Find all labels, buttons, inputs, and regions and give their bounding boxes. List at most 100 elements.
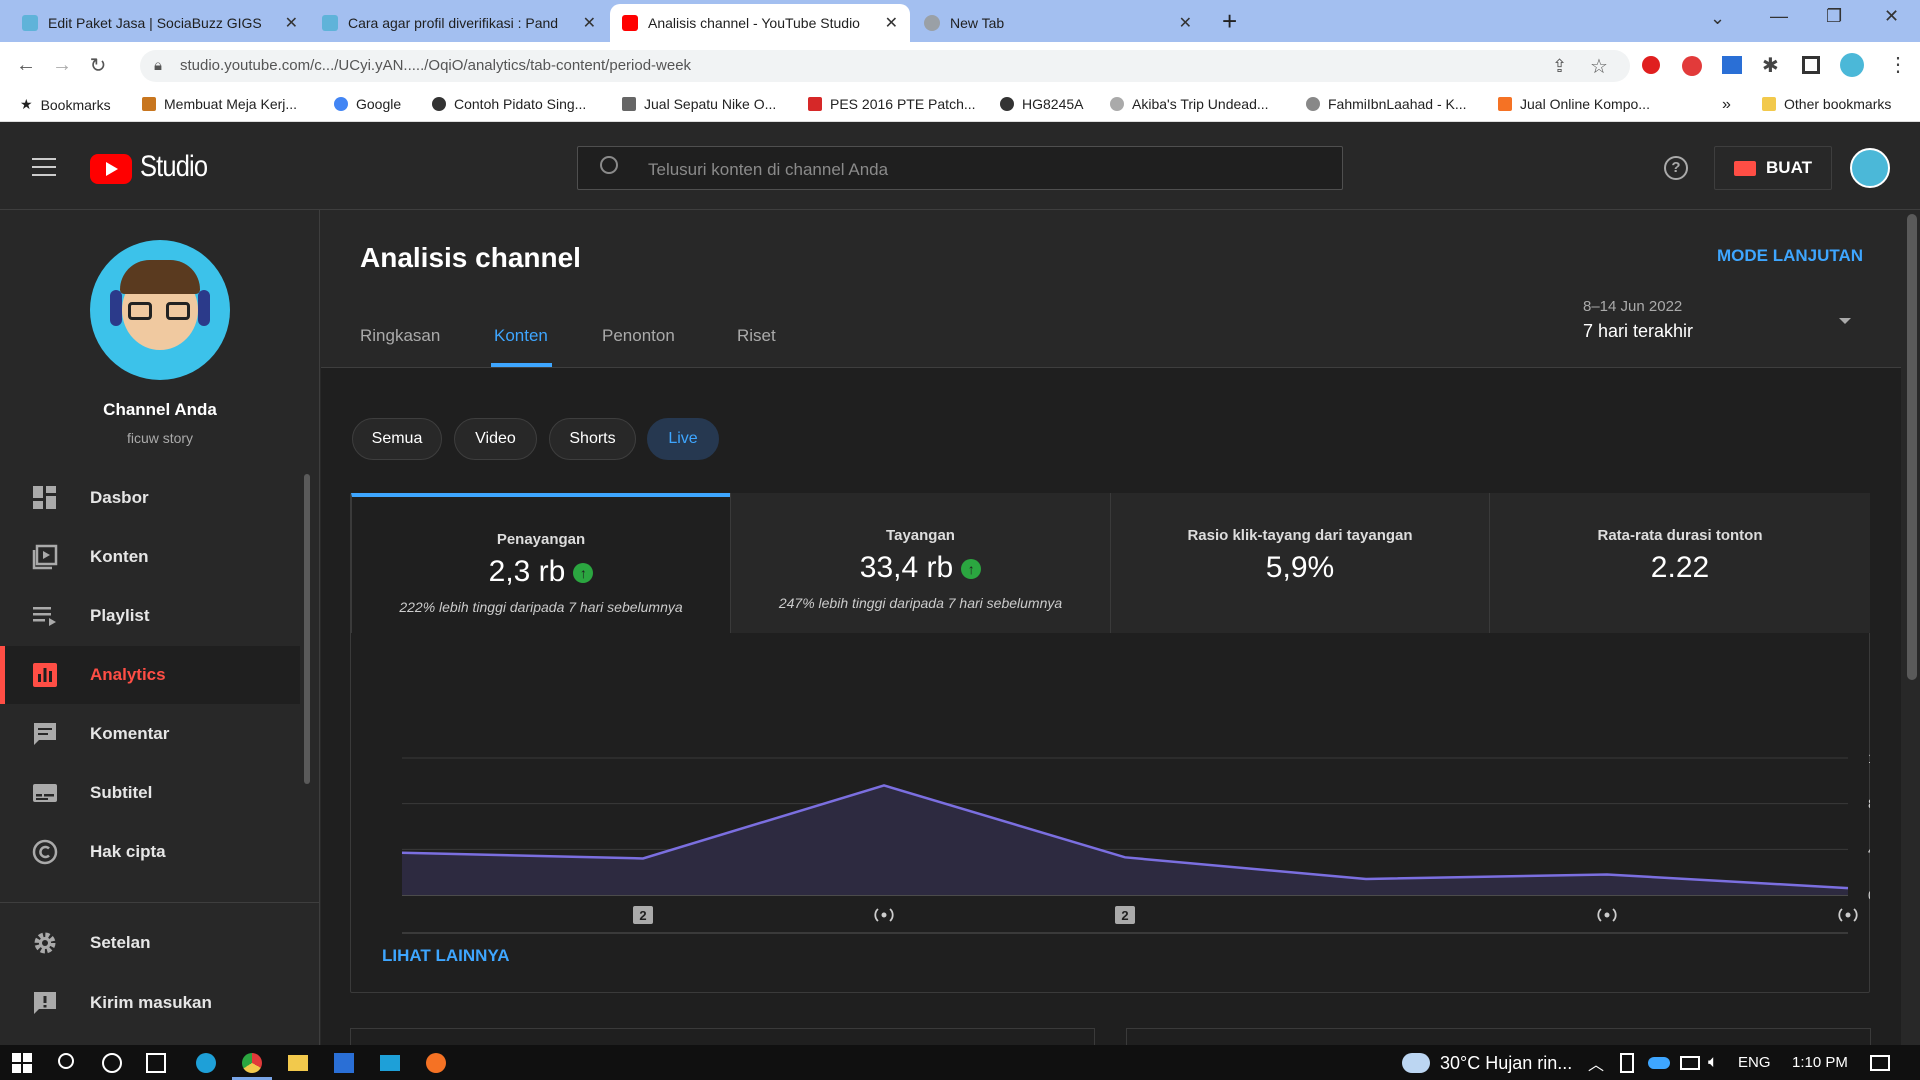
search-input[interactable]: Telusuri konten di channel Anda (577, 146, 1343, 190)
page-title: Analisis channel (360, 242, 581, 273)
metric-card-tayangan[interactable]: Tayangan 33,4 rb ↑ 247% lebih tinggi dari… (730, 493, 1110, 633)
chip-semua[interactable]: Semua (352, 418, 442, 460)
windows-taskbar: 30°C Hujan rin... ︿ 🔈︎ ENG 1:10 PM (0, 1045, 1920, 1080)
language-indicator[interactable]: ENG (1738, 1054, 1771, 1071)
chip-live[interactable]: Live (647, 418, 719, 460)
page-scrollbar-track[interactable] (1905, 210, 1920, 1045)
side-panel-icon[interactable] (1802, 56, 1820, 74)
tab-search-icon[interactable]: ⌄ (1710, 8, 1725, 29)
profile-avatar[interactable] (1840, 53, 1864, 77)
mail-icon[interactable] (380, 1055, 400, 1071)
tab-penonton[interactable]: Penonton (602, 326, 675, 346)
close-icon[interactable]: ✕ (583, 13, 596, 33)
sidebar-item-kirim-masukan[interactable]: Kirim masukan (0, 974, 300, 1032)
bookmark-item[interactable]: Jual Sepatu Nike O... (622, 96, 776, 112)
device-icon[interactable] (1620, 1053, 1634, 1073)
hamburger-menu-icon[interactable] (32, 158, 56, 176)
youtube-icon (622, 15, 638, 31)
chevron-up-icon[interactable]: ︿ (1588, 1051, 1604, 1075)
cortana-icon[interactable] (102, 1053, 122, 1073)
window-close-button[interactable]: ✕ (1884, 6, 1899, 27)
windows-start-icon[interactable] (12, 1053, 32, 1073)
bookmark-item[interactable]: HG8245A (1000, 96, 1083, 112)
task-view-icon[interactable] (146, 1053, 166, 1073)
bookmark-item[interactable]: Akiba's Trip Undead... (1110, 96, 1269, 112)
account-avatar[interactable] (1850, 148, 1890, 188)
bookmark-item[interactable]: Jual Online Kompo... (1498, 96, 1650, 112)
sidebar-item-analytics[interactable]: Analytics (0, 646, 300, 704)
bookmark-label: Membuat Meja Kerj... (164, 96, 298, 112)
tab-riset[interactable]: Riset (737, 326, 776, 346)
back-icon[interactable]: ← (8, 54, 44, 77)
close-icon[interactable]: ✕ (1179, 13, 1192, 33)
opera-extension-icon[interactable] (1642, 56, 1660, 74)
chip-shorts[interactable]: Shorts (549, 418, 636, 460)
youtube-logo-icon[interactable] (90, 154, 132, 184)
create-button[interactable]: BUAT (1714, 146, 1832, 190)
sidebar-scrollbar[interactable] (304, 474, 310, 784)
bookmark-item[interactable]: FahmiIbnLaahad - K... (1306, 96, 1467, 112)
sidebar-item-komentar[interactable]: Komentar (0, 705, 300, 763)
channel-avatar[interactable] (90, 240, 230, 380)
store-icon[interactable] (334, 1053, 354, 1073)
advanced-mode-link[interactable]: MODE LANJUTAN (1717, 246, 1863, 266)
puzzle-icon[interactable]: ✱ (1762, 53, 1779, 78)
maximize-button[interactable]: ❐ (1826, 6, 1842, 27)
network-icon[interactable] (1680, 1056, 1700, 1070)
metric-card-avg-duration[interactable]: Rata-rata durasi tonton 2.22 (1489, 493, 1870, 633)
browser-tab-1[interactable]: Edit Paket Jasa | SociaBuzz GIGS ✕ (10, 4, 310, 42)
metric-card-penayangan[interactable]: Penayangan 2,3 rb ↑ 222% lebih tinggi dar… (351, 493, 730, 633)
edge-icon[interactable] (196, 1053, 216, 1073)
tab-title: Edit Paket Jasa | SociaBuzz GIGS (48, 15, 262, 31)
minimize-button[interactable]: — (1770, 6, 1788, 27)
metric-card-ctr[interactable]: Rasio klik-tayang dari tayangan 5,9% (1110, 493, 1489, 633)
notification-icon[interactable] (1870, 1055, 1890, 1071)
sidebar-item-dasbor[interactable]: Dasbor (0, 469, 300, 527)
sidebar-item-konten[interactable]: Konten (0, 528, 300, 586)
address-bar[interactable]: 🔒︎ studio.youtube.com/c.../UCyi.yAN.....… (140, 50, 1630, 82)
help-icon[interactable]: ? (1664, 156, 1688, 180)
page-scrollbar-thumb[interactable] (1907, 214, 1917, 680)
bookmark-label: HG8245A (1022, 96, 1084, 112)
bookmark-item[interactable]: Contoh Pidato Sing... (432, 96, 586, 112)
clock[interactable]: 1:10 PM (1792, 1054, 1848, 1071)
chip-video[interactable]: Video (454, 418, 537, 460)
new-tab-button[interactable]: + (1222, 6, 1237, 37)
adblock-icon[interactable] (1682, 56, 1702, 76)
extension-icon[interactable] (1722, 56, 1742, 74)
star-icon[interactable]: ☆ (1590, 54, 1608, 79)
bookmark-item[interactable]: PES 2016 PTE Patch... (808, 96, 976, 112)
browser-tab-3[interactable]: Analisis channel - YouTube Studio ✕ (610, 4, 910, 42)
search-icon[interactable] (58, 1053, 74, 1069)
app-icon[interactable] (426, 1053, 446, 1073)
sidebar-item-hak-cipta[interactable]: Hak cipta (0, 823, 300, 881)
live-stream-icon (881, 912, 887, 918)
onedrive-icon[interactable] (1648, 1057, 1670, 1069)
forward-icon[interactable]: → (44, 54, 80, 77)
sidebar-item-playlist[interactable]: Playlist (0, 587, 300, 645)
bookmark-item[interactable]: Google (334, 96, 401, 112)
tab-ringkasan[interactable]: Ringkasan (360, 326, 440, 346)
sidebar-item-setelan[interactable]: Setelan (0, 914, 300, 972)
weather-cloud-icon[interactable] (1402, 1053, 1430, 1073)
see-more-link[interactable]: LIHAT LAINNYA (382, 946, 510, 966)
sidebar-divider (0, 902, 320, 903)
chrome-icon[interactable] (242, 1053, 262, 1073)
tab-konten[interactable]: Konten (494, 326, 548, 346)
menu-icon[interactable]: ⋮ (1888, 52, 1908, 77)
other-bookmarks[interactable]: Other bookmarks (1762, 96, 1891, 112)
bookmark-item[interactable]: Membuat Meja Kerj... (142, 96, 297, 112)
date-range-selector[interactable]: 8–14 Jun 2022 7 hari terakhir (1583, 298, 1855, 348)
reload-icon[interactable]: ↻ (80, 53, 116, 78)
share-icon[interactable]: ⇪ (1552, 56, 1567, 77)
weather-text[interactable]: 30°C Hujan rin... (1440, 1053, 1572, 1074)
close-icon[interactable]: ✕ (285, 13, 298, 33)
sidebar-item-subtitel[interactable]: Subtitel (0, 764, 300, 822)
file-explorer-icon[interactable] (288, 1055, 308, 1071)
volume-icon[interactable]: 🔈︎ (1708, 1052, 1718, 1072)
bookmarks-overflow[interactable]: » (1722, 96, 1731, 114)
browser-tab-2[interactable]: Cara agar profil diverifikasi : Pand ✕ (310, 4, 608, 42)
close-icon[interactable]: ✕ (885, 13, 898, 33)
bookmarks-manager[interactable]: ★ Bookmarks (20, 96, 111, 113)
browser-tab-4[interactable]: New Tab ✕ (912, 4, 1204, 42)
